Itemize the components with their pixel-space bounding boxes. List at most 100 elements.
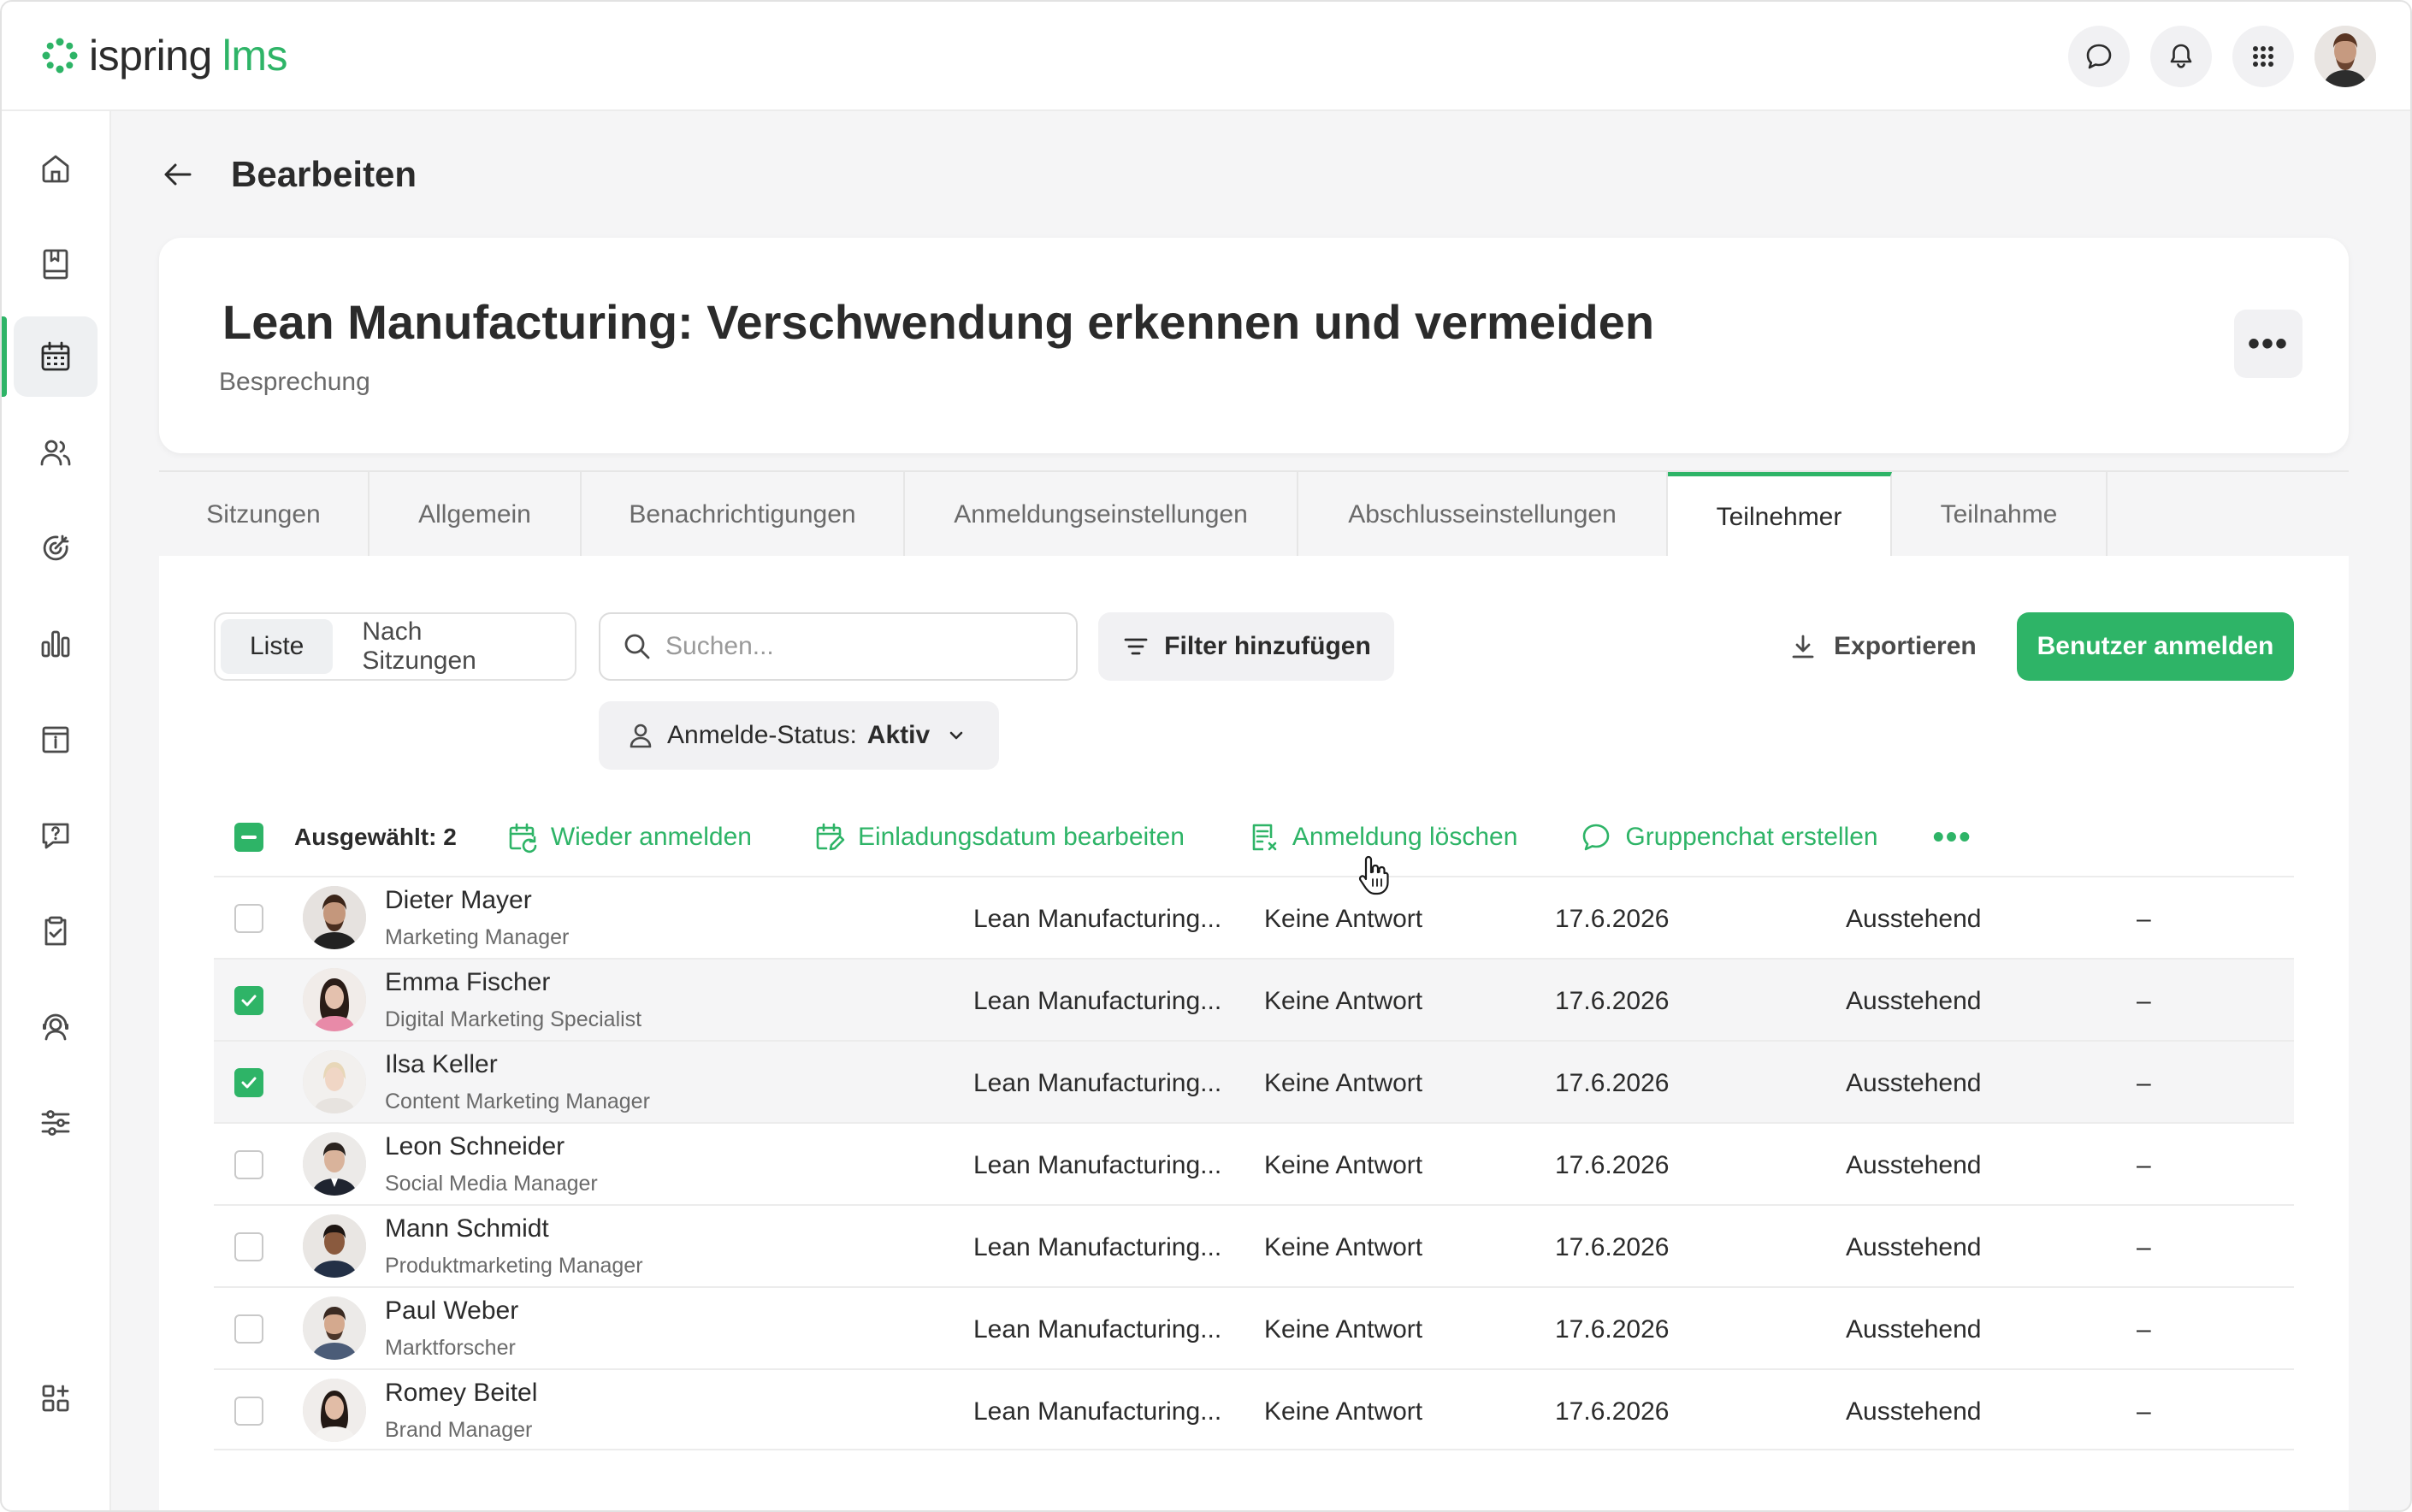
avatar-image [303, 1214, 366, 1278]
course-more-button[interactable]: ••• [2234, 310, 2303, 378]
view-by-sessions-button[interactable]: Nach Sitzungen [333, 617, 570, 675]
row-checkbox[interactable] [234, 1068, 263, 1097]
hand-cursor-icon [1358, 855, 1389, 895]
sidebar-item-questions[interactable] [14, 795, 98, 876]
table-row[interactable]: Leon Schneider Social Media Manager Lean… [214, 1122, 2294, 1204]
search-icon [624, 634, 650, 659]
export-button[interactable]: Exportieren [1788, 612, 1977, 681]
checkmark-icon [241, 995, 257, 1007]
checkmark-icon [241, 1077, 257, 1089]
bulk-actions-bar: Ausgewählt: 2 Wieder anmelden Einladungs… [214, 799, 2294, 876]
sidebar-item-reports[interactable] [14, 604, 98, 684]
sidebar-item-users[interactable] [14, 412, 98, 493]
user-name[interactable]: Dieter Mayer [385, 886, 532, 915]
date-cell: 17.6.2026 [1555, 1397, 1670, 1426]
table-row[interactable]: Romey Beitel Brand Manager Lean Manufact… [214, 1368, 2294, 1450]
calendar-refresh-icon [509, 823, 537, 853]
page-title: Bearbeiten [231, 154, 417, 194]
table-row[interactable]: Paul Weber Marktforscher Lean Manufactur… [214, 1286, 2294, 1368]
page-header: Bearbeiten [159, 154, 417, 195]
sidebar-item-add-widget[interactable] [14, 1358, 98, 1438]
sidebar-item-goals[interactable] [14, 508, 98, 588]
tab-sitzungen[interactable]: Sitzungen [159, 472, 369, 558]
table-row[interactable]: Ilsa Keller Content Marketing Manager Le… [214, 1040, 2294, 1122]
notifications-button[interactable] [2150, 26, 2212, 87]
chat-icon [2086, 44, 2112, 69]
content-area: Bearbeiten Lean Manufacturing: Verschwen… [111, 111, 2410, 1510]
table-row[interactable]: Dieter Mayer Marketing Manager Lean Manu… [214, 876, 2294, 958]
row-checkbox[interactable] [234, 1314, 263, 1344]
response-cell: Keine Antwort [1264, 1069, 1423, 1097]
logo-mark-icon [42, 38, 78, 74]
info-board-icon [42, 726, 69, 753]
user-name[interactable]: Ilsa Keller [385, 1050, 498, 1079]
select-all-checkbox[interactable] [234, 823, 263, 852]
book-icon [43, 249, 68, 280]
status-cell: Ausstehend [1846, 1069, 1982, 1097]
enrollment-status-filter[interactable]: Anmelde-Status: Aktiv [599, 701, 999, 770]
avatar-image [303, 1050, 366, 1113]
user-avatar[interactable] [2314, 26, 2376, 87]
edit-invite-date-button[interactable]: Einladungsdatum bearbeiten [812, 820, 1185, 854]
user-name[interactable]: Emma Fischer [385, 968, 550, 997]
course-cell: Lean Manufacturing... [973, 1397, 1222, 1426]
table-row[interactable]: Emma Fischer Digital Marketing Specialis… [214, 958, 2294, 1040]
course-cell: Lean Manufacturing... [973, 905, 1222, 933]
support-agent-icon [43, 1013, 68, 1041]
tab-allgemein[interactable]: Allgemein [369, 472, 582, 558]
create-group-chat-label: Gruppenchat erstellen [1625, 823, 1878, 851]
sidebar-item-info[interactable] [14, 700, 98, 780]
response-cell: Keine Antwort [1264, 1233, 1423, 1261]
bulk-more-button[interactable]: ••• [1933, 819, 1972, 856]
response-cell: Keine Antwort [1264, 1397, 1423, 1426]
chat-button[interactable] [2068, 26, 2130, 87]
sidebar-item-home[interactable] [14, 128, 98, 209]
selected-count: Ausgewählt: 2 [294, 824, 457, 850]
chart-icon [41, 630, 70, 658]
delete-enrollment-button[interactable]: Anmeldung löschen [1246, 820, 1518, 854]
view-list-button[interactable]: Liste [221, 619, 334, 674]
row-checkbox[interactable] [234, 1397, 263, 1426]
tab-benachrichtigungen[interactable]: Benachrichtigungen [582, 472, 905, 558]
delete-enrollment-label: Anmeldung löschen [1292, 823, 1518, 851]
participants-table: Dieter Mayer Marketing Manager Lean Manu… [214, 876, 2294, 1450]
course-cell: Lean Manufacturing... [973, 1151, 1222, 1179]
user-name[interactable]: Leon Schneider [385, 1132, 565, 1161]
status-cell: Ausstehend [1846, 905, 1982, 933]
tab-anmeldungseinstellungen[interactable]: Anmeldungseinstellungen [905, 472, 1298, 558]
row-checkbox[interactable] [234, 1232, 263, 1261]
avatar [303, 1132, 366, 1196]
logo-main-text: ispring [89, 32, 212, 80]
chevron-down-icon [949, 731, 963, 740]
row-checkbox[interactable] [234, 986, 263, 1015]
minus-icon [241, 836, 257, 839]
empty-cell: – [2137, 1151, 2151, 1179]
sidebar-item-calendar[interactable] [14, 316, 98, 397]
logo[interactable]: ispring lms [39, 27, 288, 84]
row-checkbox[interactable] [234, 1150, 263, 1179]
enroll-users-button[interactable]: Benutzer anmelden [2017, 612, 2294, 681]
tab-abschlusseinstellungen[interactable]: Abschlusseinstellungen [1298, 472, 1668, 558]
user-name[interactable]: Paul Weber [385, 1296, 518, 1326]
tab-teilnehmer[interactable]: Teilnehmer [1668, 472, 1892, 558]
table-row[interactable]: Mann Schmidt Produktmarketing Manager Le… [214, 1204, 2294, 1286]
search-input[interactable] [665, 632, 1059, 661]
create-group-chat-button[interactable]: Gruppenchat erstellen [1579, 820, 1878, 854]
tab-teilnahme[interactable]: Teilnahme [1892, 472, 2108, 558]
logo-suffix-text: lms [222, 32, 288, 80]
sidebar-item-settings[interactable] [14, 1083, 98, 1163]
sidebar-item-support[interactable] [14, 987, 98, 1067]
avatar-image [303, 1379, 366, 1442]
course-cell: Lean Manufacturing... [973, 1069, 1222, 1097]
re-enroll-button[interactable]: Wieder anmelden [505, 820, 752, 854]
row-checkbox[interactable] [234, 904, 263, 933]
apps-button[interactable] [2232, 26, 2294, 87]
user-name[interactable]: Romey Beitel [385, 1379, 537, 1408]
back-arrow-icon[interactable] [159, 156, 197, 193]
sidebar-item-library[interactable] [14, 224, 98, 304]
users-icon [40, 440, 71, 466]
add-filter-button[interactable]: Filter hinzufügen [1098, 612, 1394, 681]
user-name[interactable]: Mann Schmidt [385, 1214, 549, 1243]
sidebar-item-assignments[interactable] [14, 891, 98, 972]
question-icon [42, 823, 69, 849]
